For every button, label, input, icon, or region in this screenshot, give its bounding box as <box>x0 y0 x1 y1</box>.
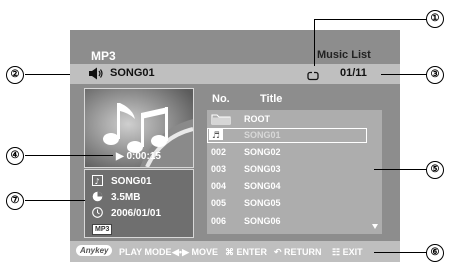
info-date: 2006/01/01 <box>111 208 162 219</box>
info-file-size: 3.5MB <box>111 192 141 203</box>
mode-title: MP3 <box>91 49 116 63</box>
view-title: Music List <box>317 49 371 61</box>
info-date-row: 2006/01/01 <box>92 207 161 219</box>
list-item-no: 002 <box>211 147 227 157</box>
callout-5: ⑤ <box>426 161 444 179</box>
play-mode-hint: PLAY MODE <box>119 247 172 257</box>
list-item-selected[interactable]: ♬ SONG01 <box>207 128 382 143</box>
folder-icon <box>211 113 231 127</box>
callout-7: ⑦ <box>6 192 24 210</box>
info-song-name: SONG01 <box>111 176 152 187</box>
list-item[interactable]: 006 SONG06 <box>207 214 382 229</box>
callout-line-1 <box>314 19 427 20</box>
callout-line-3 <box>381 74 427 75</box>
callout-1: ① <box>426 10 444 28</box>
list-item-title: SONG05 <box>244 198 281 208</box>
list-item-root[interactable]: ROOT <box>207 112 382 127</box>
callout-line-4 <box>25 155 113 156</box>
speaker-icon <box>88 67 104 85</box>
track-counter: 01/11 <box>340 67 367 79</box>
disk-size-icon <box>92 191 103 202</box>
current-song-name: SONG01 <box>110 67 155 79</box>
list-item-no: 004 <box>211 181 227 191</box>
return-hint: ↶ RETURN <box>274 247 322 257</box>
anykey-button[interactable]: Anykey <box>76 245 113 256</box>
svg-text:♬: ♬ <box>212 131 220 140</box>
list-item-title: SONG04 <box>244 181 281 191</box>
list-item-title: SONG06 <box>244 216 281 226</box>
list-item-title: ROOT <box>244 114 270 124</box>
mp3-screen: MP3 Music List SONG01 01/11 ▶ 0:00:15 ♪ … <box>70 30 400 262</box>
callout-line-2 <box>25 74 70 75</box>
current-song-bar: SONG01 01/11 <box>70 64 400 84</box>
callout-line-6 <box>374 252 427 253</box>
scroll-down-arrow-icon[interactable] <box>372 224 378 229</box>
column-header-title: Title <box>260 93 283 105</box>
column-header-no: No. <box>212 93 230 105</box>
list-item[interactable]: 004 SONG04 <box>207 179 382 194</box>
callout-3: ③ <box>426 66 444 84</box>
info-song-row: ♪ SONG01 <box>92 175 152 187</box>
svg-text:♪: ♪ <box>95 177 100 186</box>
list-item-title: SONG03 <box>244 164 281 174</box>
list-item-no: 005 <box>211 198 227 208</box>
list-item-title: SONG02 <box>244 147 281 157</box>
selection-highlight <box>207 128 367 143</box>
list-item[interactable]: 005 SONG05 <box>207 196 382 211</box>
callout-line-7 <box>25 200 85 201</box>
clock-icon <box>92 207 103 218</box>
callout-line-1 <box>314 19 315 66</box>
callout-line-5 <box>374 169 427 170</box>
format-badge: MP3 <box>92 224 113 235</box>
note-icon: ♬ <box>209 129 223 141</box>
move-hint: ◀•▶ MOVE <box>172 247 218 257</box>
callout-6: ⑥ <box>426 244 444 262</box>
info-size-row: 3.5MB <box>92 191 140 203</box>
list-item-no: 003 <box>211 164 227 174</box>
exit-hint: ☷ EXIT <box>332 247 363 257</box>
list-item-title: SONG01 <box>244 130 281 140</box>
callout-2: ② <box>6 66 24 84</box>
note-icon: ♪ <box>92 175 103 186</box>
playback-time: ▶ 0:00:15 <box>116 151 161 162</box>
file-info-panel: ♪ SONG01 3.5MB 2006/01/01 MP3 <box>84 169 194 238</box>
enter-hint: ⌘ ENTER <box>225 247 268 257</box>
repeat-icon <box>307 68 319 86</box>
list-item-no: 006 <box>211 216 227 226</box>
list-item[interactable]: 003 SONG03 <box>207 162 382 177</box>
music-list: ROOT ♬ SONG01 002 SONG02 003 SONG03 004 … <box>207 110 382 234</box>
list-item[interactable]: 002 SONG02 <box>207 145 382 160</box>
control-hint-bar: Anykey PLAY MODE ◀•▶ MOVE ⌘ ENTER ↶ RETU… <box>70 241 400 262</box>
callout-4: ④ <box>6 147 24 165</box>
